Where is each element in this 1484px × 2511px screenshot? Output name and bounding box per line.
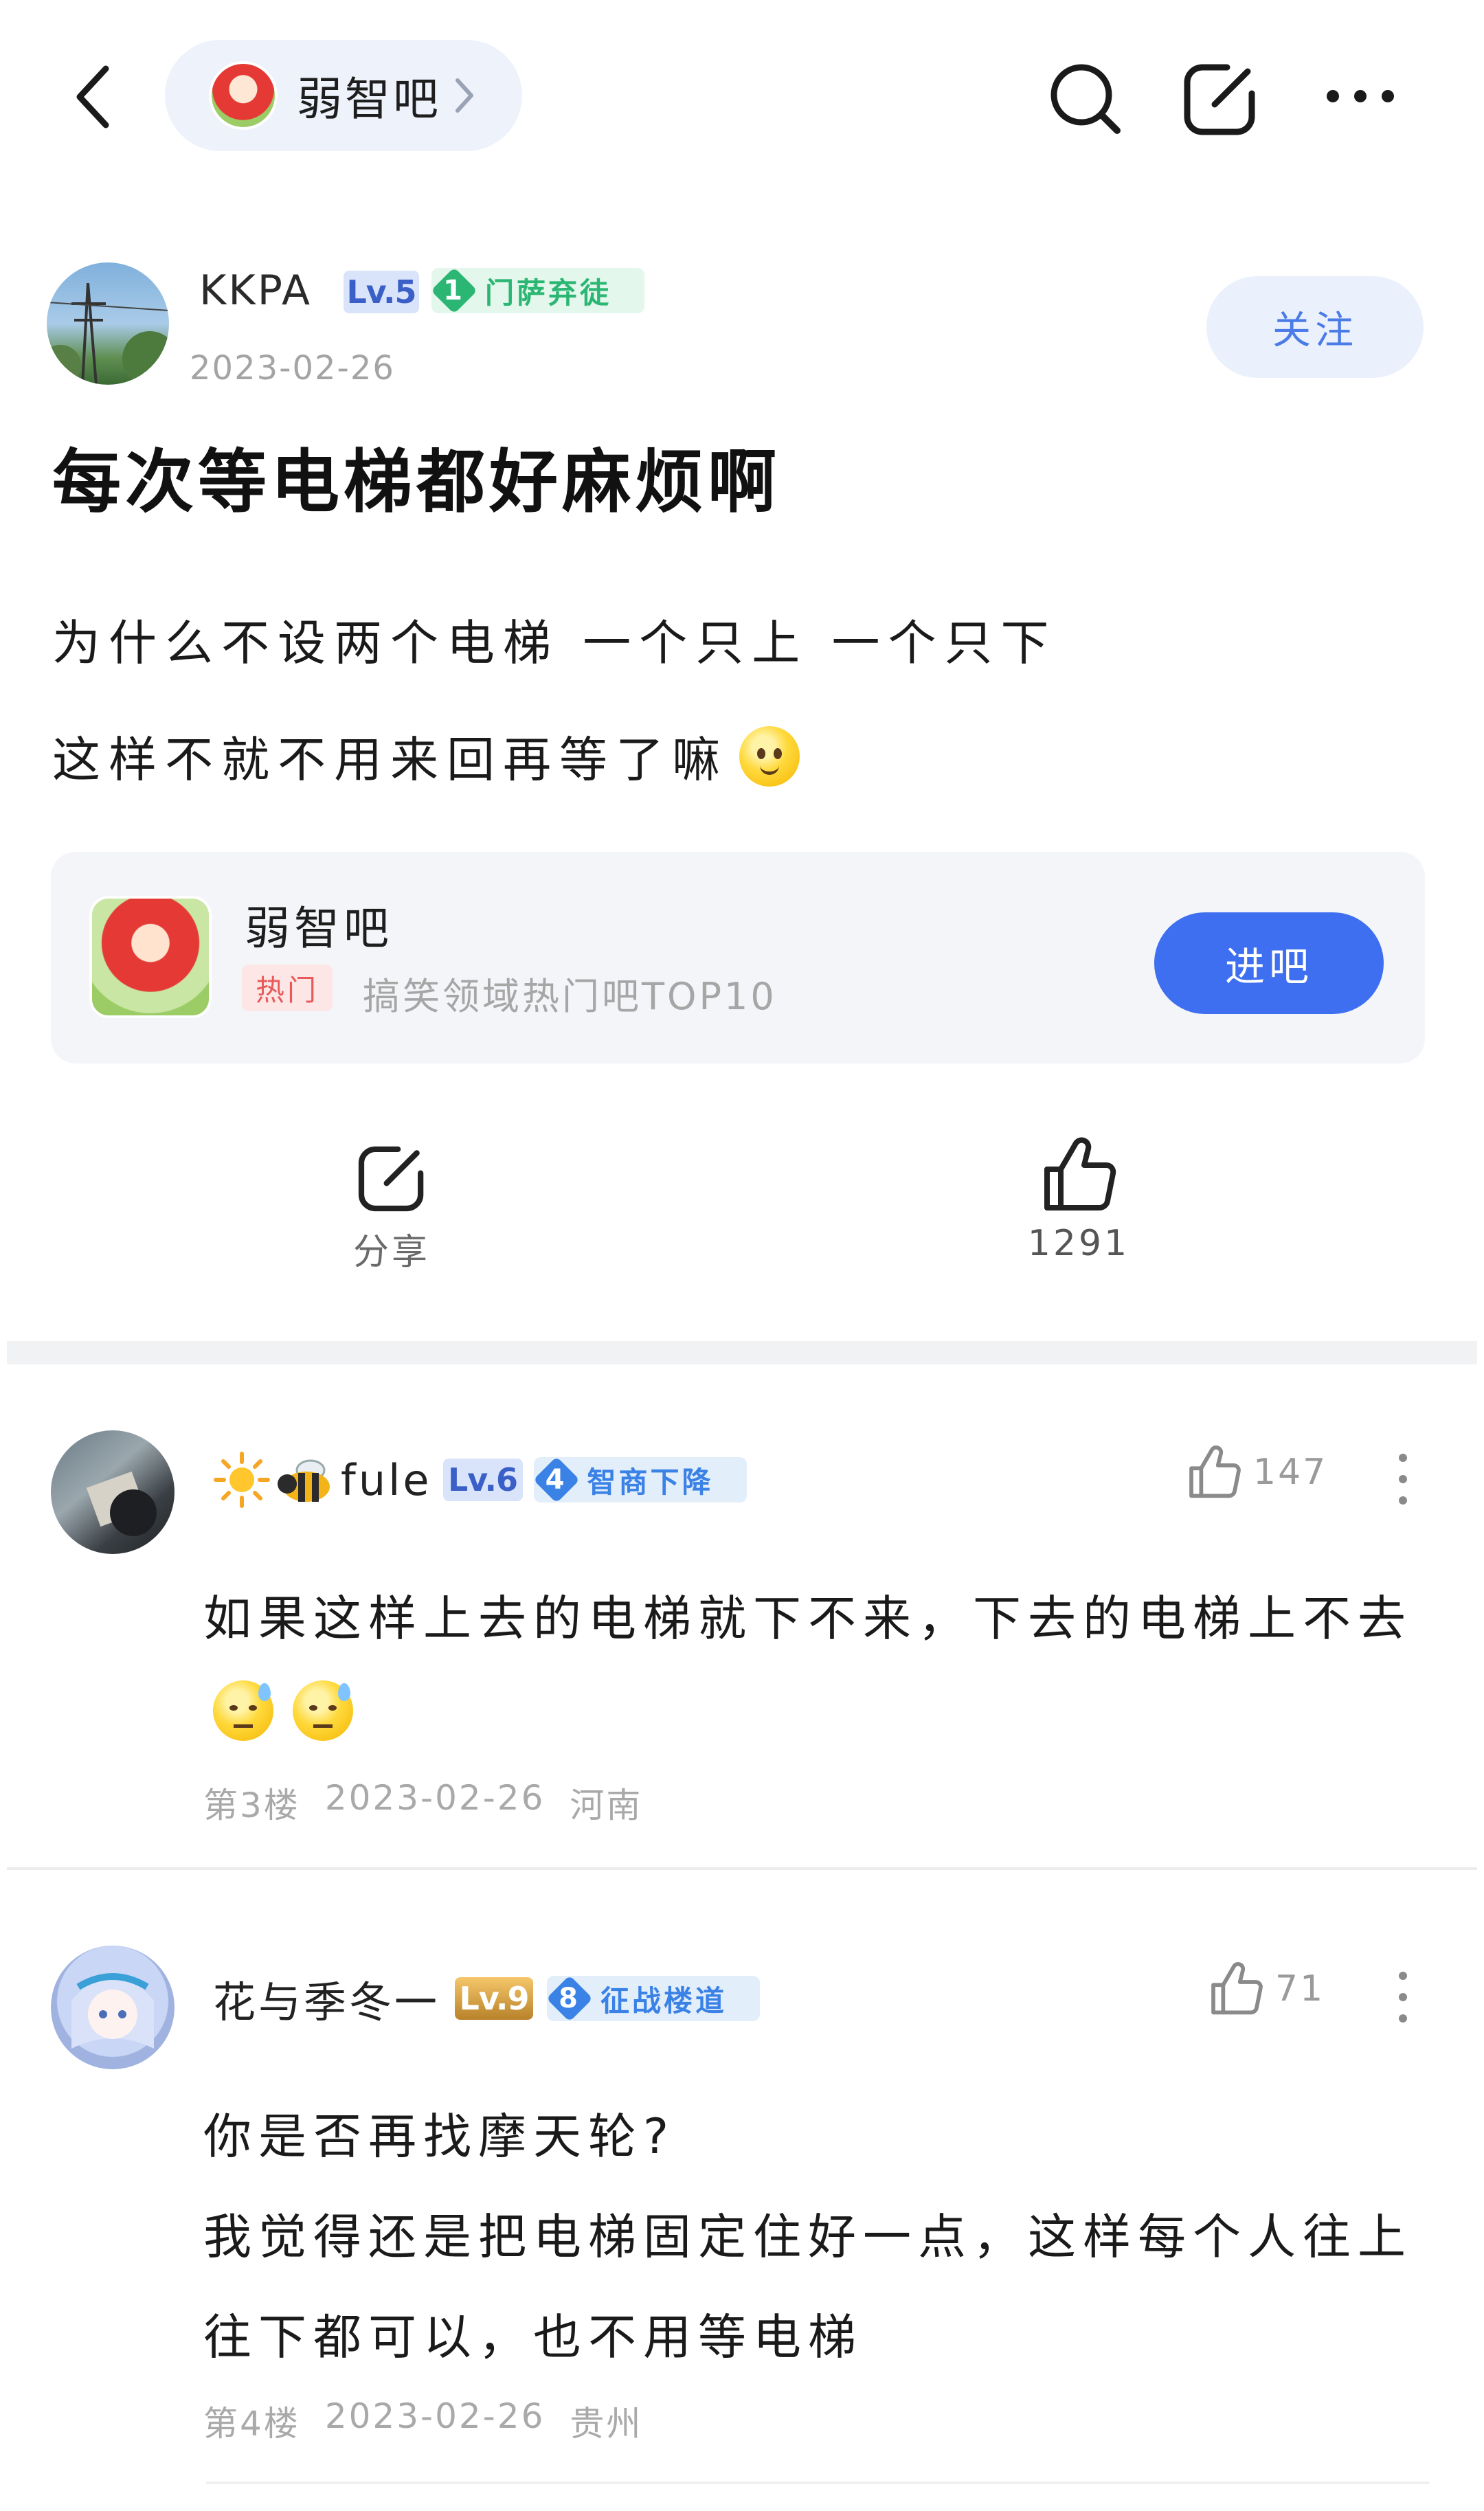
smile-emoji-icon bbox=[739, 725, 800, 787]
commenter-name[interactable]: fule bbox=[341, 1455, 432, 1505]
like-count: 1291 bbox=[1027, 1223, 1130, 1264]
author-title-text: 门萨弃徒 bbox=[485, 275, 612, 310]
thumbs-up-icon bbox=[1189, 1445, 1241, 1498]
author-name[interactable]: KKPA bbox=[199, 267, 312, 315]
comment-emoji-row bbox=[213, 1680, 353, 1741]
comment-avatar[interactable] bbox=[51, 1946, 175, 2069]
sun-icon bbox=[214, 1452, 270, 1508]
forum-pill-name: 弱智吧 bbox=[297, 73, 441, 126]
commenter-title-badge: 4 智商下降 bbox=[533, 1457, 747, 1502]
forum-card-description: 搞笑领域热门吧TOP10 bbox=[363, 975, 777, 1018]
title-level-icon: 4 bbox=[534, 1457, 579, 1502]
comment-divider bbox=[7, 1867, 1477, 1870]
comment-location: 河南 bbox=[570, 1786, 643, 1825]
comment-like-count: 147 bbox=[1253, 1452, 1328, 1493]
commenter-title-text: 智商下降 bbox=[587, 1465, 714, 1499]
title-level-icon: 8 bbox=[547, 1976, 592, 2021]
title-level-icon: 1 bbox=[431, 268, 477, 313]
chevron-right-icon bbox=[456, 78, 473, 113]
hot-tag: 热门 bbox=[242, 965, 333, 1011]
comment-meta: 第3楼 2023-02-26 河南 bbox=[203, 1778, 642, 1827]
comment-like-button[interactable]: 147 bbox=[1184, 1443, 1327, 1502]
comment-header: 花与季冬一 Lv.9 8 征战楼道 bbox=[213, 1968, 761, 2029]
comment-location: 贵州 bbox=[570, 2404, 643, 2444]
post-body-row: 这样不就不用来回再等了嘛 bbox=[52, 721, 800, 791]
author-level-badge: Lv.5 bbox=[344, 271, 419, 313]
commenter-level-badge: Lv.6 bbox=[442, 1459, 523, 1501]
comment-avatar[interactable] bbox=[51, 1430, 175, 1554]
section-divider bbox=[7, 1341, 1477, 1364]
avatar-illustration bbox=[71, 1973, 154, 2049]
share-label: 分享 bbox=[352, 1232, 430, 1273]
comment-floor: 第4楼 bbox=[203, 2404, 300, 2444]
comment-date: 2023-02-26 bbox=[324, 1778, 546, 1818]
compose-button[interactable] bbox=[1179, 58, 1261, 140]
comment-divider bbox=[206, 2481, 1429, 2484]
sweat-emoji-icon bbox=[213, 1680, 273, 1741]
more-horizontal-icon bbox=[1327, 90, 1394, 102]
comment-more-button[interactable] bbox=[1389, 1448, 1417, 1510]
forum-card-avatar bbox=[89, 896, 212, 1018]
comment-meta: 第4楼 2023-02-26 贵州 bbox=[203, 2396, 642, 2446]
forum-card-name: 弱智吧 bbox=[245, 902, 393, 955]
more-button[interactable] bbox=[1319, 76, 1402, 117]
enter-forum-button[interactable]: 进吧 bbox=[1154, 912, 1384, 1014]
sweat-emoji-icon bbox=[293, 1680, 353, 1741]
commenter-title-badge: 8 征战楼道 bbox=[547, 1976, 761, 2021]
more-vertical-icon bbox=[1399, 1454, 1407, 1505]
avatar-photo bbox=[86, 1471, 157, 1536]
comment-text-line: 你是否再找摩天轮? bbox=[203, 2108, 676, 2165]
bee-icon bbox=[278, 1459, 330, 1502]
author-avatar[interactable] bbox=[47, 262, 169, 385]
author-title-badge: 1 门萨弃徒 bbox=[431, 268, 644, 313]
comment-text: 如果这样上去的电梯就下不来，下去的电梯上不去 bbox=[203, 1590, 1413, 1647]
comment-floor: 第3楼 bbox=[203, 1786, 300, 1825]
search-button[interactable] bbox=[1044, 58, 1127, 140]
back-button[interactable] bbox=[63, 59, 125, 135]
commenter-title-text: 征战楼道 bbox=[600, 1983, 728, 2018]
post-body-line: 为什么不设两个电梯 一个只上 一个只下 bbox=[52, 615, 1057, 671]
commenter-level-badge: Lv.9 bbox=[455, 1977, 534, 2020]
like-button[interactable]: 1291 bbox=[1017, 1134, 1140, 1278]
search-icon bbox=[1050, 64, 1121, 134]
comment-like-button[interactable]: 71 bbox=[1206, 1959, 1325, 2018]
share-icon bbox=[358, 1146, 424, 1212]
follow-button[interactable]: 关注 bbox=[1206, 276, 1424, 378]
comment-text-line: 我觉得还是把电梯固定住好一点，这样每个人往上 bbox=[203, 2209, 1413, 2265]
thumbs-up-icon bbox=[1211, 1962, 1263, 2015]
comment-date: 2023-02-26 bbox=[324, 2396, 546, 2436]
comment-header: fule Lv.6 4 智商下降 bbox=[213, 1451, 747, 1509]
pylon-image bbox=[47, 282, 169, 385]
post-date: 2023-02-26 bbox=[190, 349, 395, 387]
chevron-left-icon bbox=[76, 65, 109, 128]
post-body-line: 这样不就不用来回再等了嘛 bbox=[52, 732, 728, 788]
share-button[interactable]: 分享 bbox=[330, 1140, 453, 1278]
more-vertical-icon bbox=[1399, 1972, 1407, 2023]
thumbs-up-icon bbox=[1044, 1137, 1116, 1211]
post-title: 每次等电梯都好麻烦啊 bbox=[52, 442, 780, 522]
compose-icon bbox=[1184, 64, 1255, 135]
forum-avatar bbox=[209, 61, 278, 130]
forum-pill[interactable]: 弱智吧 bbox=[165, 40, 522, 151]
comment-text-line: 往下都可以，也不用等电梯 bbox=[203, 2309, 863, 2365]
comment-like-count: 71 bbox=[1275, 1968, 1325, 2009]
commenter-name[interactable]: 花与季冬一 bbox=[213, 1968, 440, 2029]
comment-more-button[interactable] bbox=[1389, 1966, 1417, 2028]
